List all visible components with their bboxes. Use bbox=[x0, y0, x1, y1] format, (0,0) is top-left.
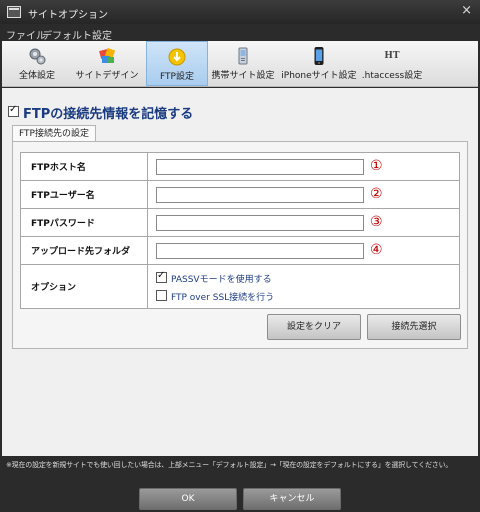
ftp-icon bbox=[168, 48, 186, 66]
tab-iphone-site[interactable]: iPhoneサイト設定 bbox=[280, 41, 358, 86]
form-row-options: オプション PASSVモードを使用する FTP over SSL接続を行う bbox=[20, 264, 460, 309]
tab-site-design[interactable]: サイトデザイン bbox=[72, 41, 142, 86]
tab-ftp-label: FTP設定 bbox=[160, 72, 194, 82]
user-input[interactable] bbox=[156, 187, 364, 203]
tab-mobile-site-label: 携帯サイト設定 bbox=[211, 71, 275, 81]
marker-2: ② bbox=[370, 186, 383, 202]
tab-mobile-site[interactable]: 携帯サイト設定 bbox=[210, 41, 276, 86]
tab-htaccess-label: .htaccess設定 bbox=[361, 71, 423, 81]
upload-folder-input[interactable] bbox=[156, 243, 364, 259]
form-row-folder: アップロード先フォルダ ④ bbox=[20, 236, 460, 265]
ok-button[interactable]: OK bbox=[139, 488, 237, 510]
tab-htaccess[interactable]: HT .htaccess設定 bbox=[360, 41, 424, 86]
menu-bar: ファイル デフォルト設定 bbox=[0, 24, 480, 42]
passv-label[interactable]: PASSVモードを使用する bbox=[171, 272, 272, 285]
menu-default-settings[interactable]: デフォルト設定 bbox=[42, 27, 112, 42]
tab-general-label: 全体設定 bbox=[18, 71, 55, 81]
form-row-password: FTPパスワード ③ bbox=[20, 208, 460, 237]
footer-note: ※現在の設定を新規サイトでも使い回したい場合は、上部メニュー「デフォルト設定」→… bbox=[6, 461, 453, 469]
form-row-user: FTPユーザー名 ② bbox=[20, 180, 460, 209]
upload-folder-label: アップロード先フォルダ bbox=[20, 236, 148, 265]
mobile-phone-icon bbox=[238, 47, 248, 65]
title-bar: サイトオプション × bbox=[0, 0, 480, 24]
clear-settings-button[interactable]: 設定をクリア bbox=[267, 314, 361, 340]
marker-3: ③ bbox=[370, 214, 383, 230]
options-label: オプション bbox=[20, 264, 148, 309]
tab-ftp-connection[interactable]: FTP接続先の設定 bbox=[12, 125, 96, 142]
dialog-footer: ※現在の設定を新規サイトでも使い回したい場合は、上部メニュー「デフォルト設定」→… bbox=[0, 456, 480, 512]
ssl-label[interactable]: FTP over SSL接続を行う bbox=[171, 290, 274, 303]
cancel-button[interactable]: キャンセル bbox=[243, 488, 341, 510]
ftp-form-table: FTPホスト名 ① FTPユーザー名 ② FTPパスワード ③ アップロード先フ… bbox=[20, 152, 460, 309]
htaccess-icon: HT bbox=[384, 51, 400, 61]
ftp-connection-settings: FTPホスト名 ① FTPユーザー名 ② FTPパスワード ③ アップロード先フ… bbox=[12, 141, 468, 349]
password-label: FTPパスワード bbox=[20, 208, 148, 237]
host-input[interactable] bbox=[156, 159, 364, 175]
passv-checkbox[interactable] bbox=[156, 270, 167, 283]
select-connection-button[interactable]: 接続先選択 bbox=[367, 314, 461, 340]
iphone-icon bbox=[314, 47, 324, 65]
remember-ftp-checkbox[interactable] bbox=[8, 104, 19, 117]
user-label: FTPユーザー名 bbox=[20, 180, 148, 209]
tab-site-design-label: サイトデザイン bbox=[75, 71, 139, 81]
marker-4: ④ bbox=[370, 242, 383, 258]
close-icon[interactable]: × bbox=[461, 3, 472, 18]
menu-file[interactable]: ファイル bbox=[6, 27, 46, 42]
tab-iphone-site-label: iPhoneサイト設定 bbox=[281, 71, 357, 81]
ssl-checkbox[interactable] bbox=[156, 290, 167, 301]
toolbar: 全体設定 サイトデザイン FTP設定 携帯サイト設定 iPhoneサイト設定 H… bbox=[2, 41, 478, 87]
gears-icon bbox=[29, 48, 46, 65]
form-row-host: FTPホスト名 ① bbox=[20, 152, 460, 181]
host-label: FTPホスト名 bbox=[20, 152, 148, 181]
design-icon bbox=[99, 47, 116, 63]
password-input[interactable] bbox=[156, 215, 364, 231]
tab-general[interactable]: 全体設定 bbox=[6, 41, 68, 86]
settings-panel: FTPの接続先情報を記憶する FTP接続先の設定 FTPホスト名 ① FTPユー… bbox=[2, 88, 478, 456]
window-title: サイトオプション bbox=[28, 10, 108, 21]
tab-ftp[interactable]: FTP設定 bbox=[146, 41, 208, 86]
remember-ftp-label[interactable]: FTPの接続先情報を記憶する bbox=[23, 103, 193, 122]
window-icon bbox=[7, 6, 21, 18]
marker-1: ① bbox=[370, 158, 383, 174]
